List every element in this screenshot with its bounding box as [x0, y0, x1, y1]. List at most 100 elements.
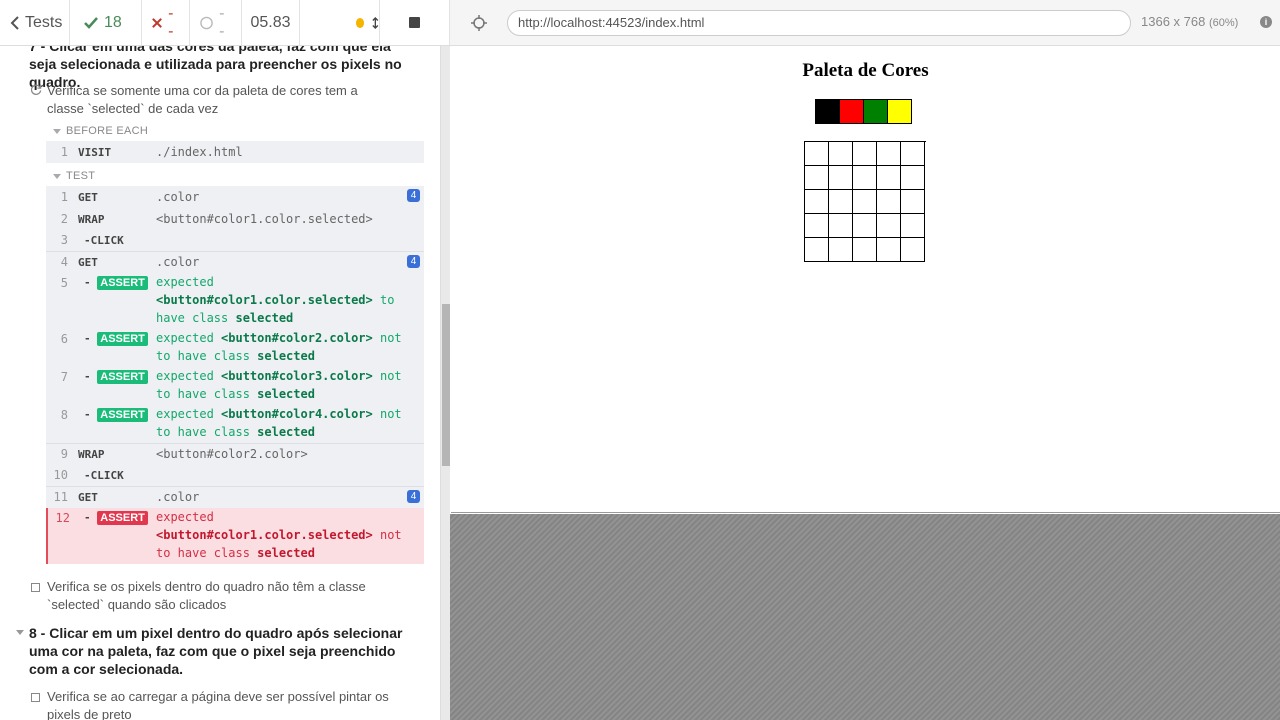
palette-color-2[interactable]: [839, 99, 864, 124]
chevron-left-icon: [10, 15, 19, 30]
running-indicator: [356, 17, 365, 28]
command-name: -CLICK: [84, 234, 124, 247]
pixel[interactable]: [901, 214, 925, 238]
command-row[interactable]: 2 WRAP <button#color1.color.selected>: [46, 208, 424, 230]
command-row-assert[interactable]: 8 - ASSERT expected <button#color4.color…: [46, 405, 424, 443]
pixel[interactable]: [853, 214, 877, 238]
command-number: 8: [60, 408, 68, 422]
pixel[interactable]: [853, 166, 877, 190]
aut-backdrop: [450, 514, 1280, 720]
stop-button[interactable]: [380, 0, 450, 45]
pixel[interactable]: [877, 166, 901, 190]
assert-badge: ASSERT: [97, 408, 148, 422]
pixel[interactable]: [901, 190, 925, 214]
crosshair-icon[interactable]: [471, 15, 487, 31]
passed-count: 18: [104, 13, 122, 31]
page-title: Paleta de Cores: [802, 60, 929, 81]
viewport-size: 1366 x 768 (60%): [1141, 14, 1239, 29]
circle-notch-icon: [200, 16, 213, 29]
app-under-test-frame: Paleta de Cores: [451, 46, 1280, 513]
test-pending-title[interactable]: Verifica se ao carregar a página deve se…: [47, 688, 397, 720]
command-name: - ASSERT: [84, 408, 148, 422]
pixel[interactable]: [805, 142, 829, 166]
test-pending-title[interactable]: Verifica se os pixels dentro do quadro n…: [47, 578, 397, 614]
command-name: -CLICK: [84, 469, 124, 482]
command-row[interactable]: 1 GET .color 4: [46, 186, 424, 208]
command-row-assert[interactable]: 6 - ASSERT expected <button#color2.color…: [46, 329, 424, 367]
command-row[interactable]: 3 -CLICK: [46, 230, 424, 251]
caret-down-icon[interactable]: [53, 129, 61, 134]
assert-message: expected <button#color3.color> not to ha…: [156, 369, 402, 401]
checkbox-icon: [31, 693, 40, 702]
info-icon[interactable]: i: [1260, 16, 1272, 28]
command-name: WRAP: [78, 448, 105, 461]
command-name: - ASSERT: [84, 332, 148, 346]
arrows-vertical-icon[interactable]: [372, 16, 379, 30]
pixel[interactable]: [829, 142, 853, 166]
passed-stat: 18: [70, 0, 142, 45]
palette-color-1[interactable]: [815, 99, 840, 124]
pending-stat: --: [190, 0, 242, 45]
url-field[interactable]: http://localhost:44523/index.html: [507, 10, 1131, 36]
caret-down-icon[interactable]: [16, 630, 24, 635]
palette-color-3[interactable]: [863, 99, 888, 124]
command-row[interactable]: 1 VISIT ./index.html: [46, 141, 424, 163]
assert-badge: ASSERT: [97, 511, 148, 525]
failed-stat: --: [142, 0, 190, 45]
command-row-assert-failed[interactable]: 12 - ASSERT expected <button#color1.colo…: [46, 508, 424, 564]
pixel[interactable]: [853, 238, 877, 262]
pixel[interactable]: [829, 238, 853, 262]
command-message: .color: [156, 255, 200, 269]
caret-down-icon[interactable]: [53, 174, 61, 179]
assert-message: expected <button#color4.color> not to ha…: [156, 407, 402, 439]
assert-message: expected <button#color1.color.selected> …: [156, 510, 402, 560]
command-number: 12: [55, 511, 70, 525]
assert-badge: ASSERT: [97, 332, 148, 346]
command-row[interactable]: 9 WRAP <button#color2.color>: [46, 444, 424, 465]
hook-before-each[interactable]: BEFORE EACH: [66, 125, 148, 137]
x-icon: [152, 17, 162, 28]
pixel-board: [804, 141, 926, 262]
hook-test[interactable]: TEST: [66, 170, 95, 182]
pixel[interactable]: [877, 190, 901, 214]
pixel[interactable]: [901, 142, 925, 166]
pixel[interactable]: [805, 238, 829, 262]
command-name: - ASSERT: [84, 511, 148, 525]
pixel[interactable]: [877, 238, 901, 262]
assert-badge: ASSERT: [97, 370, 148, 384]
command-name: GET: [78, 256, 98, 269]
scrollbar-thumb[interactable]: [442, 304, 450, 466]
command-row-assert[interactable]: 7 - ASSERT expected <button#color3.color…: [46, 367, 424, 405]
command-number: 2: [60, 212, 68, 226]
command-name: - ASSERT: [84, 370, 148, 384]
suite-8-title[interactable]: 8 - Clicar em um pixel dentro do quadro …: [29, 624, 409, 678]
aut-header: http://localhost:44523/index.html 1366 x…: [450, 0, 1280, 46]
checkbox-icon: [31, 583, 40, 592]
check-icon: [84, 16, 98, 29]
command-number: 6: [60, 332, 68, 346]
command-number: 3: [60, 233, 68, 247]
reporter-scrollbar[interactable]: [440, 46, 450, 720]
pixel[interactable]: [877, 142, 901, 166]
command-row-assert[interactable]: 5 - ASSERT expected <button#color1.color…: [46, 273, 424, 329]
pixel[interactable]: [829, 166, 853, 190]
pixel[interactable]: [901, 238, 925, 262]
pixel[interactable]: [901, 166, 925, 190]
command-row[interactable]: 4 GET .color 4: [46, 252, 424, 273]
pixel[interactable]: [805, 214, 829, 238]
back-to-tests-button[interactable]: Tests: [0, 0, 70, 45]
command-row[interactable]: 11 GET .color 4: [46, 487, 424, 508]
pixel[interactable]: [853, 190, 877, 214]
pixel[interactable]: [829, 190, 853, 214]
pixel[interactable]: [829, 214, 853, 238]
command-number: 5: [60, 276, 68, 290]
pixel[interactable]: [805, 190, 829, 214]
palette-color-4[interactable]: [887, 99, 912, 124]
pixel[interactable]: [877, 214, 901, 238]
pending-count: --: [219, 4, 225, 40]
pixel[interactable]: [805, 166, 829, 190]
command-name: - ASSERT: [84, 276, 148, 290]
command-row[interactable]: 10 -CLICK: [46, 465, 424, 486]
pixel[interactable]: [853, 142, 877, 166]
test-running-title[interactable]: Verifica se somente uma cor da paleta de…: [47, 82, 397, 118]
